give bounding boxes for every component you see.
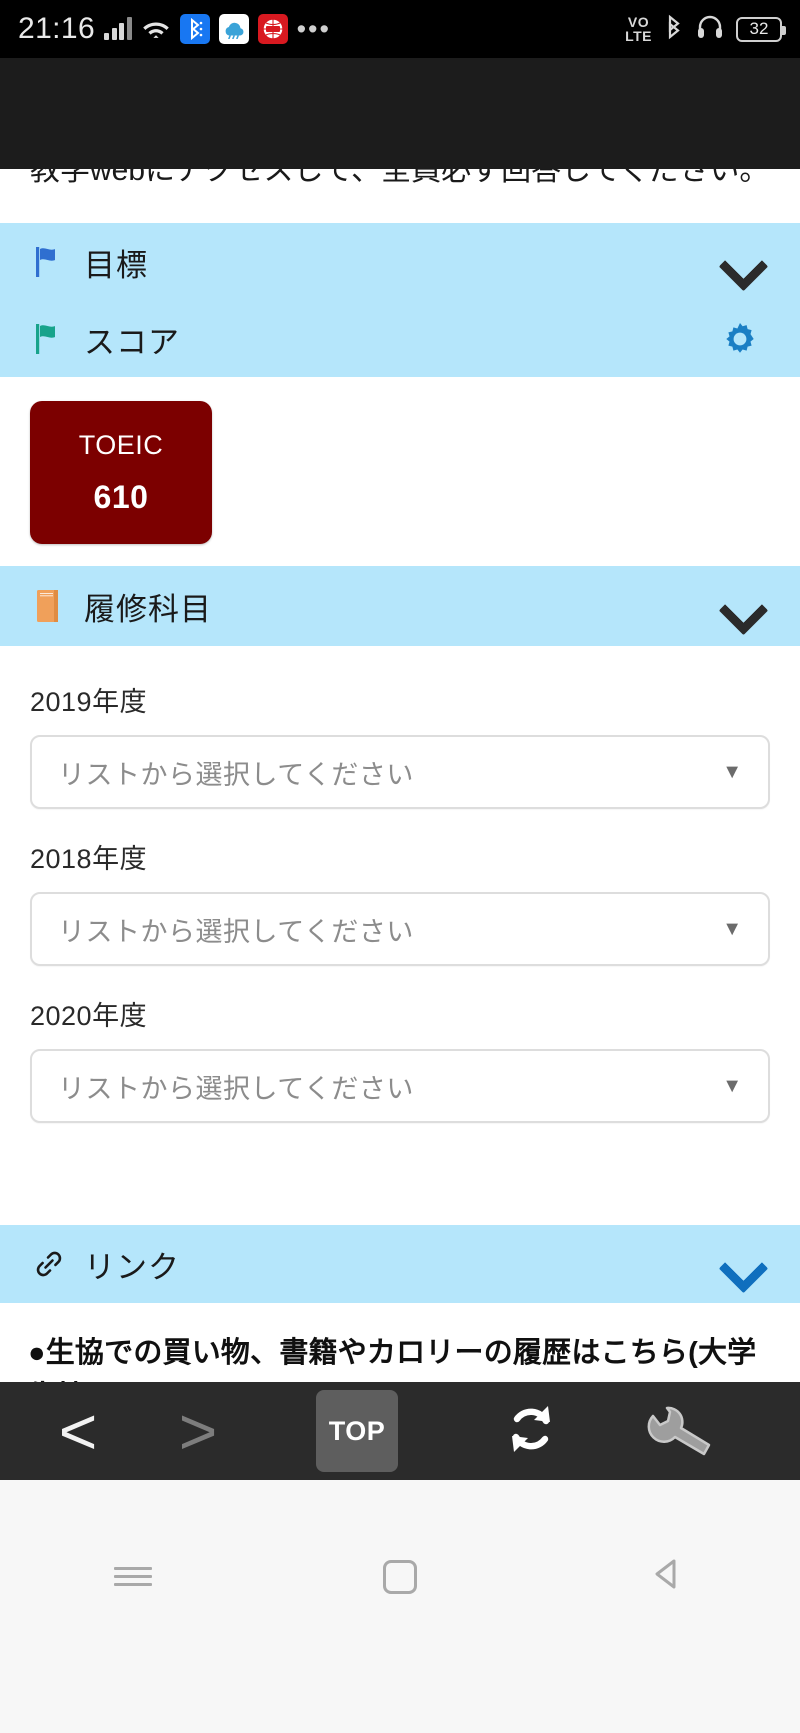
recents-icon [114, 1562, 153, 1591]
browser-toolbar: < > TOP [0, 1382, 800, 1480]
course-field-2018: 2018年度 リストから選択してください ▼ [30, 837, 770, 966]
android-nav-bar [0, 1480, 800, 1733]
links-body-text[interactable]: ●生協での買い物、書籍やカロリーの履歴はこちら(大学生協マイページ) [28, 1331, 772, 1382]
score-card-value: 610 [93, 478, 149, 515]
course-fields-area: 2019年度 リストから選択してください ▼ 2018年度 リストから選択してく… [0, 646, 800, 1163]
green-flag-icon [32, 319, 66, 359]
back-triangle-icon [649, 1556, 685, 1597]
nav-back-button[interactable] [607, 1532, 727, 1622]
score-card-area: TOEIC 610 [0, 377, 800, 566]
nav-recents-button[interactable] [73, 1532, 193, 1622]
more-dots-icon: ••• [296, 14, 331, 44]
signal-bars-icon [104, 17, 132, 40]
webpage-content: 教学webにアクセスして、全員必ず回答してください。 目標 スコア TOEIC … [0, 169, 800, 1382]
red-app-icon [257, 14, 288, 44]
bluetooth-icon [664, 13, 684, 46]
status-bar: 21:16 ••• VO LTE 32 [0, 0, 800, 58]
chevron-down-icon: ▼ [722, 761, 742, 783]
back-arrow-icon: < [58, 1394, 98, 1468]
course-select-value: リストから選択してください [58, 916, 414, 947]
battery-indicator: 32 [736, 16, 786, 42]
toolbar-reload-button[interactable] [456, 1382, 606, 1480]
toolbar-tools-button[interactable] [606, 1382, 756, 1480]
nav-home-button[interactable] [340, 1532, 460, 1622]
chevron-down-icon[interactable] [712, 1236, 768, 1292]
course-field-label: 2018年度 [30, 844, 148, 874]
blue-flag-icon [32, 242, 66, 282]
section-header-links[interactable]: リンク [0, 1225, 800, 1303]
headphones-icon [696, 13, 724, 46]
chain-link-icon [32, 1244, 66, 1284]
course-select-value: リストから選択してください [58, 759, 414, 790]
score-card-name: TOEIC [78, 429, 164, 460]
course-select-value: リストから選択してください [58, 1073, 414, 1104]
chevron-down-icon: ▼ [722, 918, 742, 940]
wifi-icon [141, 17, 171, 41]
course-field-label: 2020年度 [30, 1001, 148, 1031]
top-button-label: TOP [316, 1390, 398, 1472]
section-label-links: リンク [84, 1249, 180, 1285]
section-header-goal[interactable]: 目標 [0, 223, 800, 301]
section-label-score: スコア [84, 324, 180, 360]
forward-arrow-icon: > [178, 1394, 218, 1468]
toolbar-forward-button[interactable]: > [138, 1382, 258, 1480]
toolbar-top-button[interactable]: TOP [282, 1382, 432, 1480]
status-bar-right: VO LTE 32 [625, 13, 786, 46]
bluetooth-share-icon [179, 14, 210, 44]
course-select-2018[interactable]: リストから選択してください ▼ [30, 892, 770, 966]
battery-level-label: 32 [749, 19, 769, 38]
browser-chrome-block [0, 58, 800, 169]
status-bar-left: 21:16 ••• [18, 14, 331, 44]
wrench-icon [643, 1399, 719, 1464]
toolbar-back-button[interactable]: < [18, 1382, 138, 1480]
status-clock: 21:16 [18, 12, 96, 45]
chevron-down-icon: ▼ [722, 1075, 742, 1097]
section-label-goal: 目標 [84, 247, 148, 283]
section-header-score[interactable]: スコア [0, 301, 800, 377]
volte-icon: VO LTE [625, 15, 652, 43]
orange-book-icon [32, 586, 66, 626]
score-card-toeic[interactable]: TOEIC 610 [30, 401, 212, 544]
course-select-2019[interactable]: リストから選択してください ▼ [30, 735, 770, 809]
course-field-label: 2019年度 [30, 687, 148, 717]
course-field-2019: 2019年度 リストから選択してください ▼ [30, 680, 770, 809]
volte-bottom-label: LTE [625, 28, 652, 44]
home-icon [382, 1559, 417, 1594]
clipped-notice-row: 教学webにアクセスして、全員必ず回答してください。 [0, 169, 800, 223]
phone-screen: 21:16 ••• VO LTE 32 教学webにアクセスして、全員必ず回答し… [0, 0, 800, 1733]
cloud-app-icon [218, 14, 249, 44]
course-select-2020[interactable]: リストから選択してください ▼ [30, 1049, 770, 1123]
gear-icon[interactable] [712, 311, 768, 367]
reload-icon [498, 1396, 564, 1467]
section-header-courses[interactable]: 履修科目 [0, 566, 800, 646]
links-body-area: ●生協での買い物、書籍やカロリーの履歴はこちら(大学生協マイページ) [0, 1303, 800, 1382]
section-label-courses: 履修科目 [84, 591, 212, 627]
chevron-down-icon[interactable] [712, 234, 768, 290]
content-gap [0, 1163, 800, 1225]
course-field-2020: 2020年度 リストから選択してください ▼ [30, 994, 770, 1123]
clipped-notice-text: 教学webにアクセスして、全員必ず回答してください。 [30, 169, 770, 187]
chevron-down-icon[interactable] [712, 578, 768, 634]
